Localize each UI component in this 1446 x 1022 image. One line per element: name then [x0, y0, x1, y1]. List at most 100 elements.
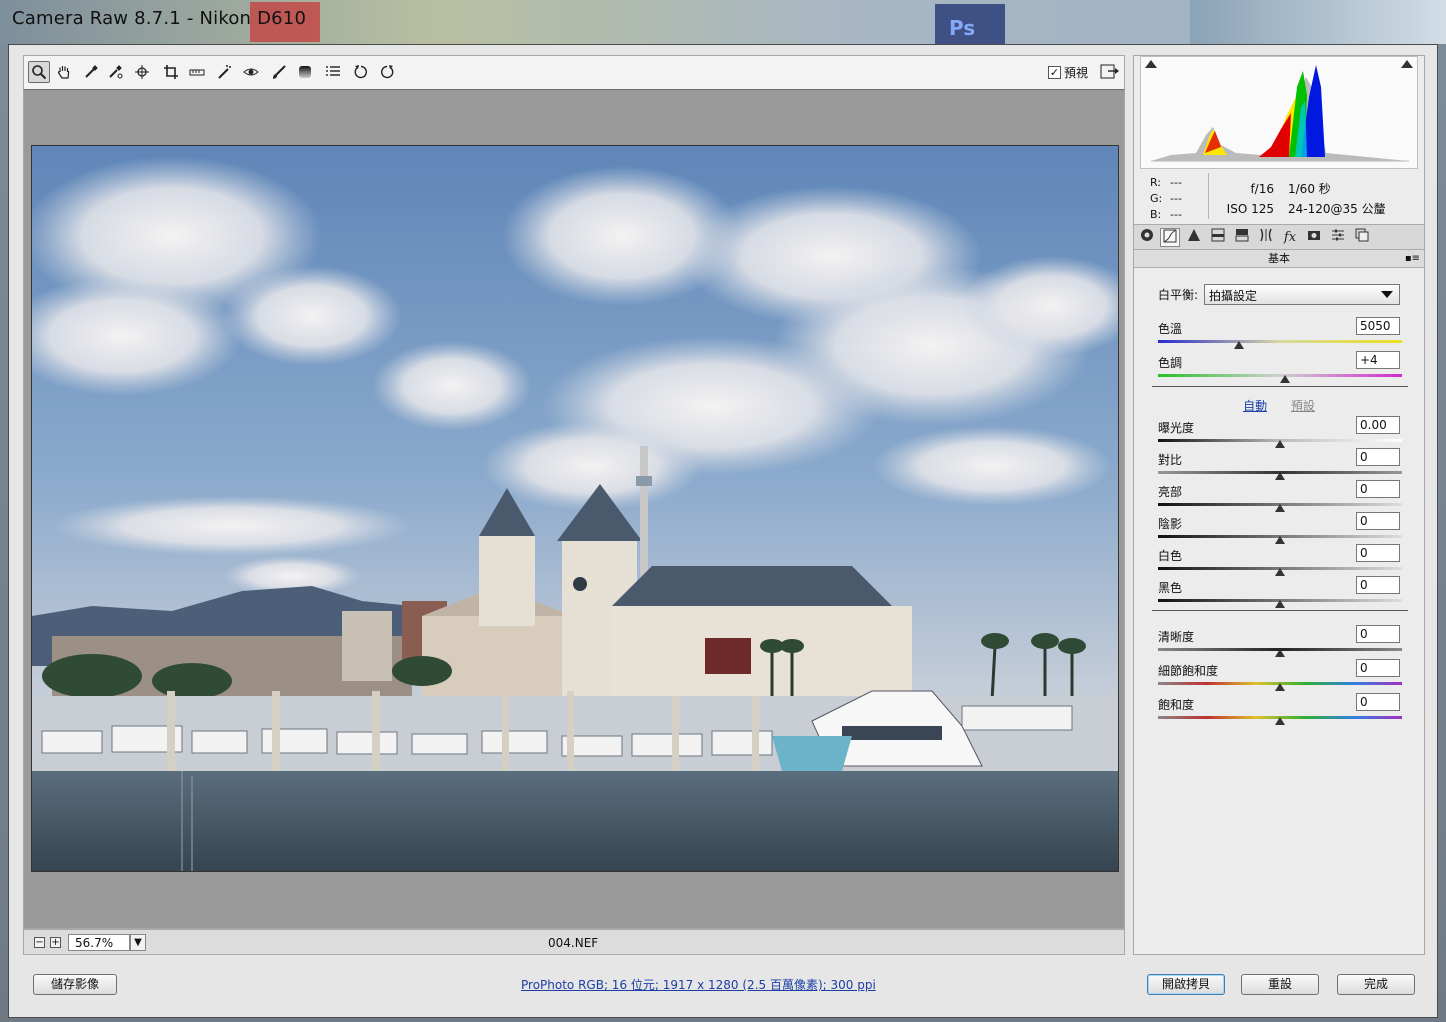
chevron-down-icon — [1381, 291, 1394, 298]
slider-value-field[interactable]: 0 — [1356, 480, 1400, 498]
vibrance-slider[interactable]: 細節飽和度 0 — [1158, 659, 1402, 696]
white-balance-label: 白平衡: — [1158, 288, 1199, 302]
white-balance-select[interactable]: 拍攝設定 — [1204, 284, 1401, 305]
workflow-options-link[interactable]: ProPhoto RGB; 16 位元; 1917 x 1280 (2.5 百萬… — [521, 976, 876, 993]
color-sampler-icon[interactable] — [104, 61, 126, 83]
zoom-out-button[interactable]: − — [34, 937, 45, 948]
slider-label: 白色 — [1158, 549, 1183, 563]
saturation-slider[interactable]: 飽和度 0 — [1158, 693, 1402, 730]
zoom-dropdown-button[interactable]: ▼ — [130, 934, 146, 951]
slider-track[interactable] — [1158, 340, 1402, 343]
blacks-slider[interactable]: 黑色 0 — [1158, 576, 1402, 613]
tab-snapshots-icon[interactable] — [1352, 228, 1372, 247]
preferences-list-icon[interactable] — [322, 61, 344, 83]
background-window — [1190, 0, 1446, 44]
white-balance-value: 拍攝設定 — [1209, 289, 1258, 303]
slider-value-field[interactable]: +4 — [1356, 351, 1400, 369]
done-button[interactable]: 完成 — [1337, 974, 1415, 995]
photo-preview[interactable] — [31, 145, 1119, 872]
rotate-cw-icon[interactable] — [376, 61, 398, 83]
clarity-slider[interactable]: 清晰度 0 — [1158, 625, 1402, 662]
preview-checkbox[interactable]: ✓ — [1048, 66, 1061, 79]
title-bar: Ps Camera Raw 8.7.1 - Nikon D610 — [0, 0, 1446, 44]
slider-thumb[interactable] — [1233, 341, 1244, 349]
slider-thumb[interactable] — [1275, 717, 1285, 725]
temperature-slider[interactable]: 色溫 5050 — [1158, 317, 1402, 354]
panel-header: 基本 ▪≡ — [1134, 250, 1424, 268]
g-value: --- — [1170, 192, 1182, 205]
exif-info: f/16 1/60 秒 ISO 125 24-120@35 公釐 — [1227, 179, 1386, 219]
tab-effects-icon[interactable]: fx — [1280, 228, 1300, 247]
adjustment-brush-icon[interactable] — [268, 61, 290, 83]
toolbar: ✓ 預視 — [23, 55, 1125, 89]
r-label: R: — [1150, 176, 1162, 189]
auto-link[interactable]: 自動 — [1243, 399, 1267, 413]
slider-thumb[interactable] — [1275, 536, 1285, 544]
slider-value-field[interactable]: 0 — [1356, 512, 1400, 530]
slider-thumb[interactable] — [1275, 568, 1285, 576]
tint-slider[interactable]: 色調 +4 — [1158, 351, 1402, 388]
save-image-button[interactable]: 儲存影像 — [33, 974, 117, 995]
reset-button[interactable]: 重設 — [1241, 974, 1319, 995]
slider-value-field[interactable]: 0 — [1356, 659, 1400, 677]
b-label: B: — [1150, 208, 1162, 221]
tab-hsl-icon[interactable] — [1208, 228, 1228, 247]
slider-value-field[interactable]: 0 — [1356, 576, 1400, 594]
tab-basic-icon[interactable] — [1137, 228, 1157, 247]
spot-removal-icon[interactable] — [214, 61, 236, 83]
slider-label: 細節飽和度 — [1158, 664, 1219, 678]
slider-value-field[interactable]: 0 — [1356, 448, 1400, 466]
crop-icon[interactable] — [160, 61, 182, 83]
default-link[interactable]: 預設 — [1291, 399, 1315, 413]
slider-thumb[interactable] — [1275, 683, 1285, 691]
adjustment-tabs: fx — [1134, 224, 1424, 250]
zoom-level-field[interactable]: 56.7% — [68, 934, 130, 951]
zoom-in-button[interactable]: + — [50, 937, 61, 948]
canvas-status-bar: − + 56.7% ▼ 004.NEF — [23, 929, 1125, 955]
preview-toggle[interactable]: ✓ 預視 — [1048, 64, 1088, 81]
graduated-filter-icon[interactable] — [294, 61, 316, 83]
slider-thumb[interactable] — [1275, 649, 1285, 657]
slider-thumb[interactable] — [1275, 440, 1285, 448]
slider-value-field[interactable]: 0 — [1356, 544, 1400, 562]
shutter-speed: 1/60 秒 — [1288, 182, 1331, 196]
slider-label: 清晰度 — [1158, 630, 1195, 644]
slider-thumb[interactable] — [1279, 375, 1290, 383]
image-canvas[interactable] — [23, 89, 1125, 929]
open-copy-button[interactable]: 開啟拷貝 — [1147, 974, 1225, 995]
slider-value-field[interactable]: 0 — [1356, 693, 1400, 711]
image-info: R: --- G: --- B: --- f/16 1/60 秒 ISO 125 24-1… — [1134, 171, 1424, 221]
slider-value-field[interactable]: 0.00 — [1356, 416, 1400, 434]
slider-label: 黑色 — [1158, 581, 1183, 595]
tab-tone-curve-icon[interactable] — [1160, 228, 1180, 247]
targeted-adjustment-icon[interactable] — [132, 61, 154, 83]
tab-lens-corrections-icon[interactable] — [1256, 228, 1276, 247]
panel-title: 基本 — [1268, 252, 1290, 265]
g-label: G: — [1150, 192, 1163, 205]
divider — [1152, 610, 1408, 611]
auto-default-links: 自動 預設 — [1134, 397, 1424, 414]
white-balance-icon[interactable] — [80, 61, 102, 83]
hand-tool-icon[interactable] — [53, 61, 75, 83]
b-value: --- — [1170, 208, 1182, 221]
slider-label: 色調 — [1158, 356, 1183, 370]
slider-thumb[interactable] — [1275, 600, 1285, 608]
tab-presets-icon[interactable] — [1328, 228, 1348, 247]
slider-label: 陰影 — [1158, 517, 1183, 531]
r-value: --- — [1170, 176, 1182, 189]
red-eye-icon[interactable] — [240, 61, 262, 83]
zoom-tool-icon[interactable] — [28, 61, 50, 83]
full-screen-toggle-icon[interactable] — [1100, 63, 1120, 81]
tab-detail-icon[interactable] — [1184, 228, 1204, 247]
straighten-icon[interactable] — [186, 61, 208, 83]
divider — [1152, 386, 1408, 387]
tab-camera-calibration-icon[interactable] — [1304, 228, 1324, 247]
rotate-ccw-icon[interactable] — [350, 61, 372, 83]
divider — [1208, 173, 1209, 219]
slider-value-field[interactable]: 0 — [1356, 625, 1400, 643]
slider-thumb[interactable] — [1275, 472, 1285, 480]
slider-thumb[interactable] — [1275, 504, 1285, 512]
tab-split-toning-icon[interactable] — [1232, 228, 1252, 247]
panel-menu-icon[interactable]: ▪≡ — [1405, 250, 1420, 267]
slider-value-field[interactable]: 5050 — [1356, 317, 1400, 335]
